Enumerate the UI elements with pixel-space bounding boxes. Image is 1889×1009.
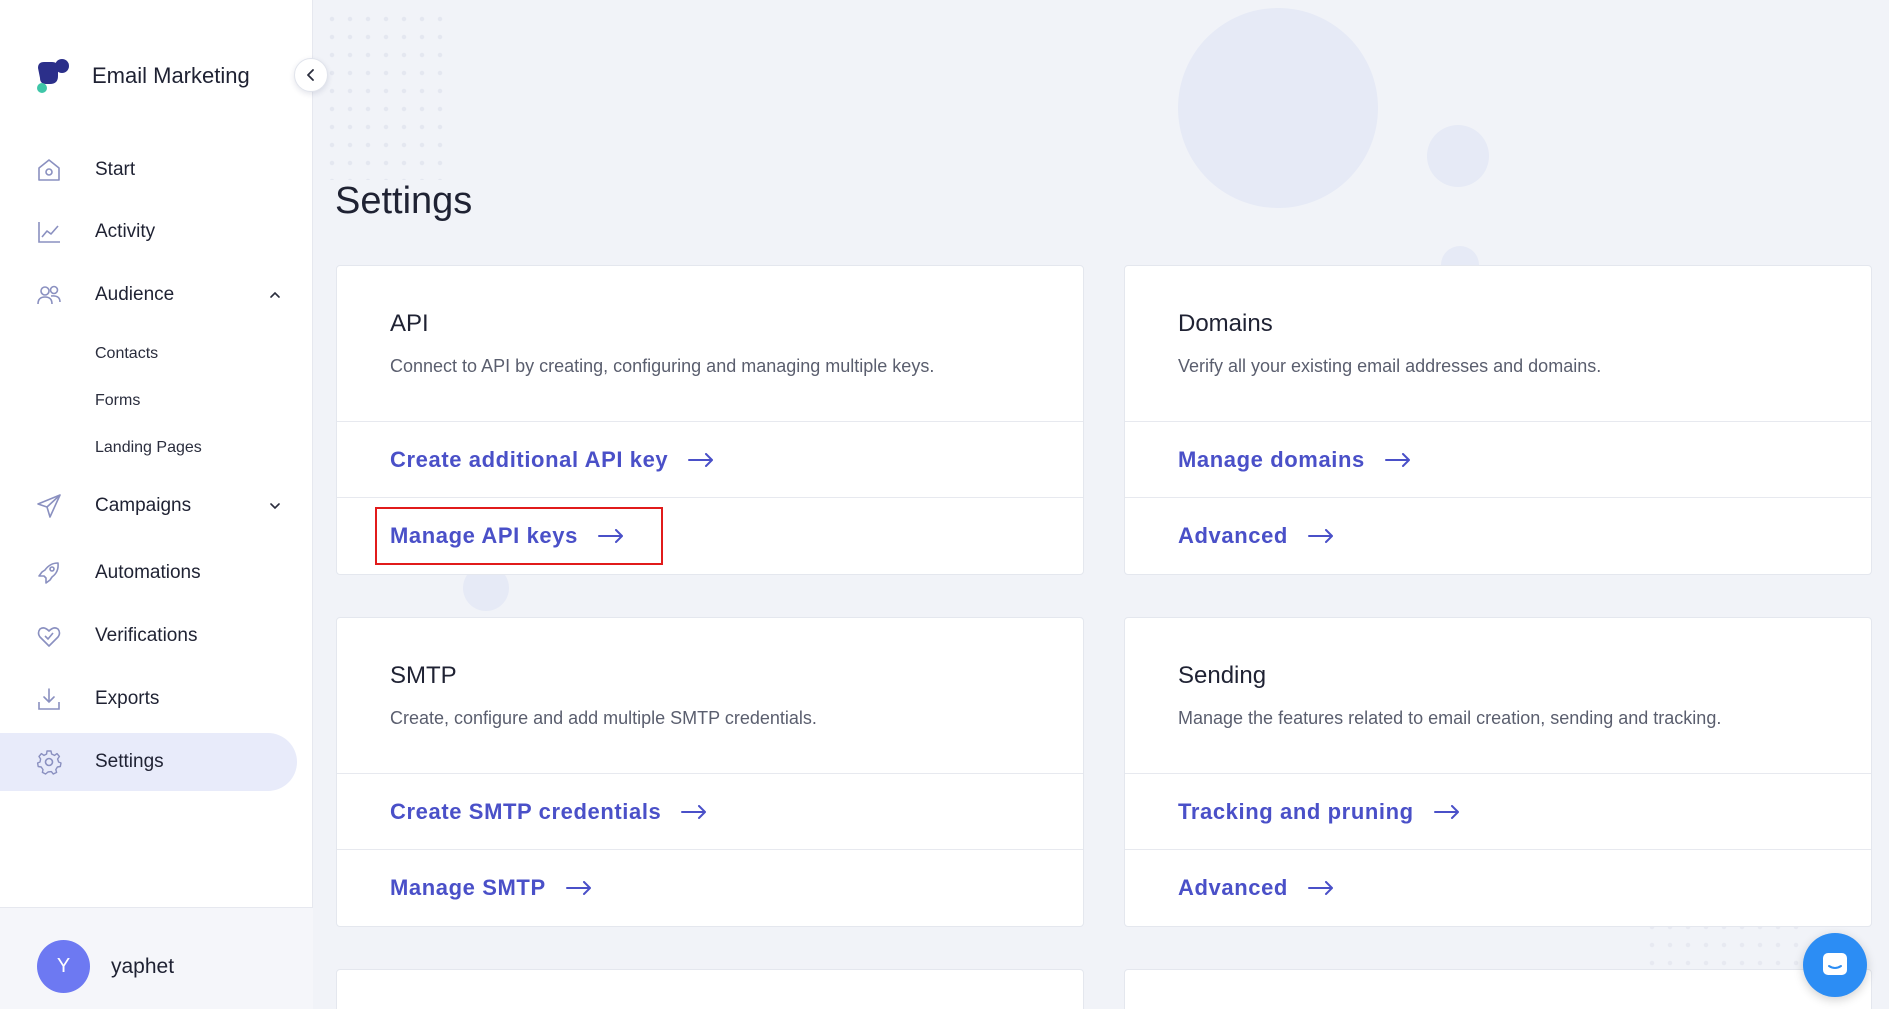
card-header: API Connect to API by creating, configur…: [337, 266, 1083, 422]
gear-icon: [36, 750, 62, 775]
home-icon: [38, 159, 60, 181]
arrow-right-icon: [1433, 804, 1459, 819]
link-label: Advanced: [1178, 523, 1288, 548]
sidebar-item-label: Exports: [95, 688, 160, 709]
arrow-right-icon: [1307, 881, 1333, 895]
sidebar-item-label: Settings: [95, 751, 164, 772]
decorative-dots: [323, 10, 443, 180]
card-title: SMTP: [390, 662, 457, 689]
brand-logo-icon: [36, 58, 70, 94]
sidebar-item-settings[interactable]: Settings: [0, 733, 297, 791]
tracking-and-pruning-link[interactable]: Tracking and pruning: [1125, 774, 1871, 850]
decorative-circle: [1427, 125, 1489, 187]
link-label: Manage domains: [1178, 446, 1365, 472]
sidebar-item-label: Activity: [95, 221, 156, 242]
card-title: Sending: [1178, 662, 1267, 689]
arrow-right-icon: [688, 452, 714, 467]
heart-check-icon: [37, 627, 61, 647]
manage-domains-link[interactable]: Manage domains: [1125, 422, 1871, 498]
rocket-icon: [38, 562, 59, 584]
sidebar-item-audience[interactable]: Audience: [0, 266, 297, 324]
sidebar-item-campaigns[interactable]: Campaigns: [0, 477, 297, 535]
paper-plane-icon: [37, 494, 61, 518]
sidebar-item-label: Campaigns: [95, 495, 192, 516]
sending-card: Sending Manage the features related to e…: [1124, 617, 1872, 927]
link-label: Create additional API key: [390, 446, 669, 472]
chevron-up-icon: [270, 291, 280, 298]
domains-advanced-link[interactable]: Advanced: [1125, 498, 1871, 574]
user-profile[interactable]: Y yaphet: [0, 907, 313, 1009]
sidebar-item-activity[interactable]: Activity: [0, 203, 297, 261]
smtp-card: SMTP Create, configure and add multiple …: [336, 617, 1084, 927]
sidebar-subitem-forms[interactable]: Forms: [95, 392, 140, 410]
create-additional-api-key-link[interactable]: Create additional API key: [337, 422, 1083, 498]
sidebar-subitem-contacts[interactable]: Contacts: [95, 345, 158, 363]
card-title: API: [390, 310, 429, 337]
sidebar-item-label: Audience: [95, 284, 175, 305]
card-description: Manage the features related to email cre…: [1178, 708, 1722, 728]
sidebar: Email Marketing Start Activity Audience …: [0, 0, 328, 1009]
domains-card: Domains Verify all your existing email a…: [1124, 265, 1872, 575]
users-icon: [37, 285, 61, 305]
chat-launcher-button[interactable]: [1803, 933, 1867, 997]
chat-icon: [1823, 953, 1847, 975]
sidebar-item-verifications[interactable]: Verifications: [0, 607, 297, 665]
manage-smtp-link[interactable]: Manage SMTP: [337, 850, 1083, 926]
main-content: Settings API Connect to API by creating,…: [313, 0, 1889, 1009]
partial-card: [336, 969, 1084, 1009]
api-card: API Connect to API by creating, configur…: [336, 265, 1084, 575]
card-header: Domains Verify all your existing email a…: [1125, 266, 1871, 422]
link-label: Create SMTP credentials: [390, 798, 662, 824]
link-label: Manage SMTP: [390, 875, 546, 900]
sidebar-item-exports[interactable]: Exports: [0, 670, 297, 728]
username: yaphet: [111, 955, 175, 978]
create-smtp-credentials-link[interactable]: Create SMTP credentials: [337, 774, 1083, 850]
card-header: Sending Manage the features related to e…: [1125, 618, 1871, 774]
sidebar-item-label: Automations: [95, 562, 201, 583]
chart-line-icon: [38, 222, 60, 243]
download-icon: [38, 688, 60, 710]
arrow-right-icon: [1307, 529, 1333, 543]
card-description: Create, configure and add multiple SMTP …: [390, 708, 817, 728]
sidebar-item-automations[interactable]: Automations: [0, 544, 297, 602]
brand[interactable]: Email Marketing: [36, 58, 250, 94]
arrow-right-icon: [681, 804, 707, 819]
sidebar-subitem-landing-pages[interactable]: Landing Pages: [95, 439, 202, 457]
partial-card: [1124, 969, 1872, 1009]
sending-advanced-link[interactable]: Advanced: [1125, 850, 1871, 926]
link-label: Tracking and pruning: [1178, 798, 1414, 824]
card-description: Connect to API by creating, configuring …: [390, 356, 935, 376]
card-title: Domains: [1178, 310, 1273, 337]
avatar[interactable]: Y: [37, 940, 90, 993]
chevron-down-icon: [270, 503, 280, 510]
sidebar-item-start[interactable]: Start: [0, 141, 297, 199]
page-title: Settings: [335, 180, 473, 222]
collapse-sidebar-button[interactable]: [294, 58, 328, 92]
arrow-right-icon: [597, 529, 623, 543]
decorative-circle: [1178, 8, 1378, 208]
sidebar-item-label: Verifications: [95, 625, 198, 646]
link-label: Advanced: [1178, 875, 1288, 900]
arrow-right-icon: [1384, 452, 1410, 467]
sidebar-item-label: Start: [95, 159, 136, 180]
card-header: SMTP Create, configure and add multiple …: [337, 618, 1083, 774]
link-label: Manage API keys: [390, 523, 578, 548]
manage-api-keys-link[interactable]: Manage API keys: [337, 498, 1083, 574]
card-description: Verify all your existing email addresses…: [1178, 356, 1602, 376]
arrow-right-icon: [565, 881, 591, 895]
app-name: Email Marketing: [92, 63, 250, 88]
chevron-left-icon: [307, 69, 314, 81]
